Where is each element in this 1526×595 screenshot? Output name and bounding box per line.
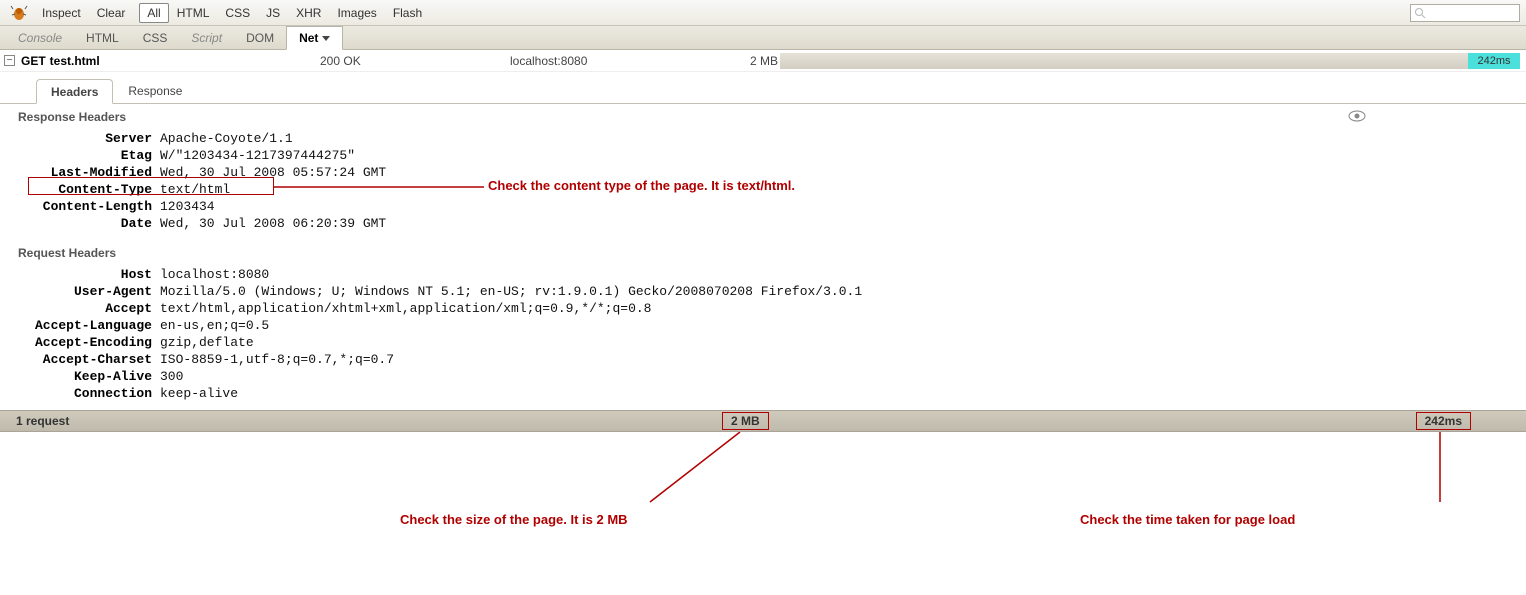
header-row: Accept-CharsetISO-8859-1,utf-8;q=0.7,*;q… [0,351,1526,368]
tab-html[interactable]: HTML [74,27,131,49]
tab-dom[interactable]: DOM [234,27,286,49]
tab-css[interactable]: CSS [131,27,180,49]
response-headers-title: Response Headers [0,104,1526,128]
summary-bar: 1 request 2 MB 242ms [0,410,1526,432]
header-row: Accept-Languageen-us,en;q=0.5 [0,317,1526,334]
header-row: Accept-Encodinggzip,deflate [0,334,1526,351]
header-name: Date [0,215,160,232]
header-value: en-us,en;q=0.5 [160,317,269,334]
header-value: 1203434 [160,198,215,215]
request-method: GET [21,54,46,68]
header-row: User-AgentMozilla/5.0 (Windows; U; Windo… [0,283,1526,300]
request-headers-title: Request Headers [0,240,1526,264]
detail-tab-response[interactable]: Response [113,78,197,103]
eye-icon[interactable] [1348,110,1366,125]
detail-tabs: Headers Response [0,76,1526,104]
filter-css[interactable]: CSS [217,3,258,23]
filter-all[interactable]: All [139,3,168,23]
header-name: User-Agent [0,283,160,300]
header-row: Content-Length1203434 [0,198,1526,215]
header-value: Wed, 30 Jul 2008 06:20:39 GMT [160,215,386,232]
inspect-button[interactable]: Inspect [34,3,89,23]
request-domain: localhost:8080 [510,54,587,68]
header-name: Accept [0,300,160,317]
annotation-time: Check the time taken for page load [1080,512,1295,527]
firebug-icon [10,4,28,22]
header-name: Connection [0,385,160,402]
request-url: test.html [50,54,100,68]
detail-tab-headers[interactable]: Headers [36,79,113,104]
header-value: gzip,deflate [160,334,254,351]
summary-size: 2 MB [722,412,769,430]
header-name: Accept-Charset [0,351,160,368]
header-value: W/"1203434-1217397444275" [160,147,355,164]
header-row: Keep-Alive300 [0,368,1526,385]
header-row: Accepttext/html,application/xhtml+xml,ap… [0,300,1526,317]
header-row: EtagW/"1203434-1217397444275" [0,147,1526,164]
header-name: Content-Length [0,198,160,215]
summary-request-count: 1 request [16,414,69,428]
net-request-row[interactable]: − GET test.html 200 OK localhost:8080 2 … [0,50,1526,72]
tab-script[interactable]: Script [179,27,234,49]
header-value: text/html,application/xhtml+xml,applicat… [160,300,651,317]
header-row: ServerApache-Coyote/1.1 [0,130,1526,147]
panel-tabs: Console HTML CSS Script DOM Net [0,26,1526,50]
tab-net[interactable]: Net [286,26,343,50]
annotation-content-type: Check the content type of the page. It i… [488,178,795,193]
header-name: Accept-Language [0,317,160,334]
tab-console[interactable]: Console [6,27,74,49]
header-name: Keep-Alive [0,368,160,385]
header-value: ISO-8859-1,utf-8;q=0.7,*;q=0.7 [160,351,394,368]
search-icon [1414,7,1426,19]
filter-images[interactable]: Images [329,3,384,23]
header-name: Server [0,130,160,147]
header-row: Connectionkeep-alive [0,385,1526,402]
collapse-toggle[interactable]: − [4,55,15,66]
annotation-size: Check the size of the page. It is 2 MB [400,512,628,527]
timing-bar: 242ms [780,53,1520,69]
header-row: DateWed, 30 Jul 2008 06:20:39 GMT [0,215,1526,232]
request-size: 2 MB [750,54,778,68]
header-name: Accept-Encoding [0,334,160,351]
timing-value: 242ms [1468,53,1520,69]
tab-net-label: Net [299,31,318,45]
filter-html[interactable]: HTML [169,3,218,23]
header-value: Mozilla/5.0 (Windows; U; Windows NT 5.1;… [160,283,862,300]
header-value: Apache-Coyote/1.1 [160,130,293,147]
header-value: keep-alive [160,385,238,402]
chevron-down-icon [322,36,330,41]
header-value: localhost:8080 [160,266,269,283]
filter-flash[interactable]: Flash [385,3,430,23]
filter-js[interactable]: JS [258,3,288,23]
request-status: 200 OK [320,54,361,68]
header-row: Hostlocalhost:8080 [0,266,1526,283]
search-input[interactable] [1410,4,1520,22]
header-value: 300 [160,368,183,385]
request-headers-table: Hostlocalhost:8080User-AgentMozilla/5.0 … [0,264,1526,410]
firebug-toolbar: Inspect Clear All HTML CSS JS XHR Images… [0,0,1526,26]
annotation-box-content-type [28,177,274,195]
filter-xhr[interactable]: XHR [288,3,329,23]
header-name: Etag [0,147,160,164]
summary-time: 242ms [1416,412,1471,430]
header-name: Host [0,266,160,283]
clear-button[interactable]: Clear [89,3,134,23]
